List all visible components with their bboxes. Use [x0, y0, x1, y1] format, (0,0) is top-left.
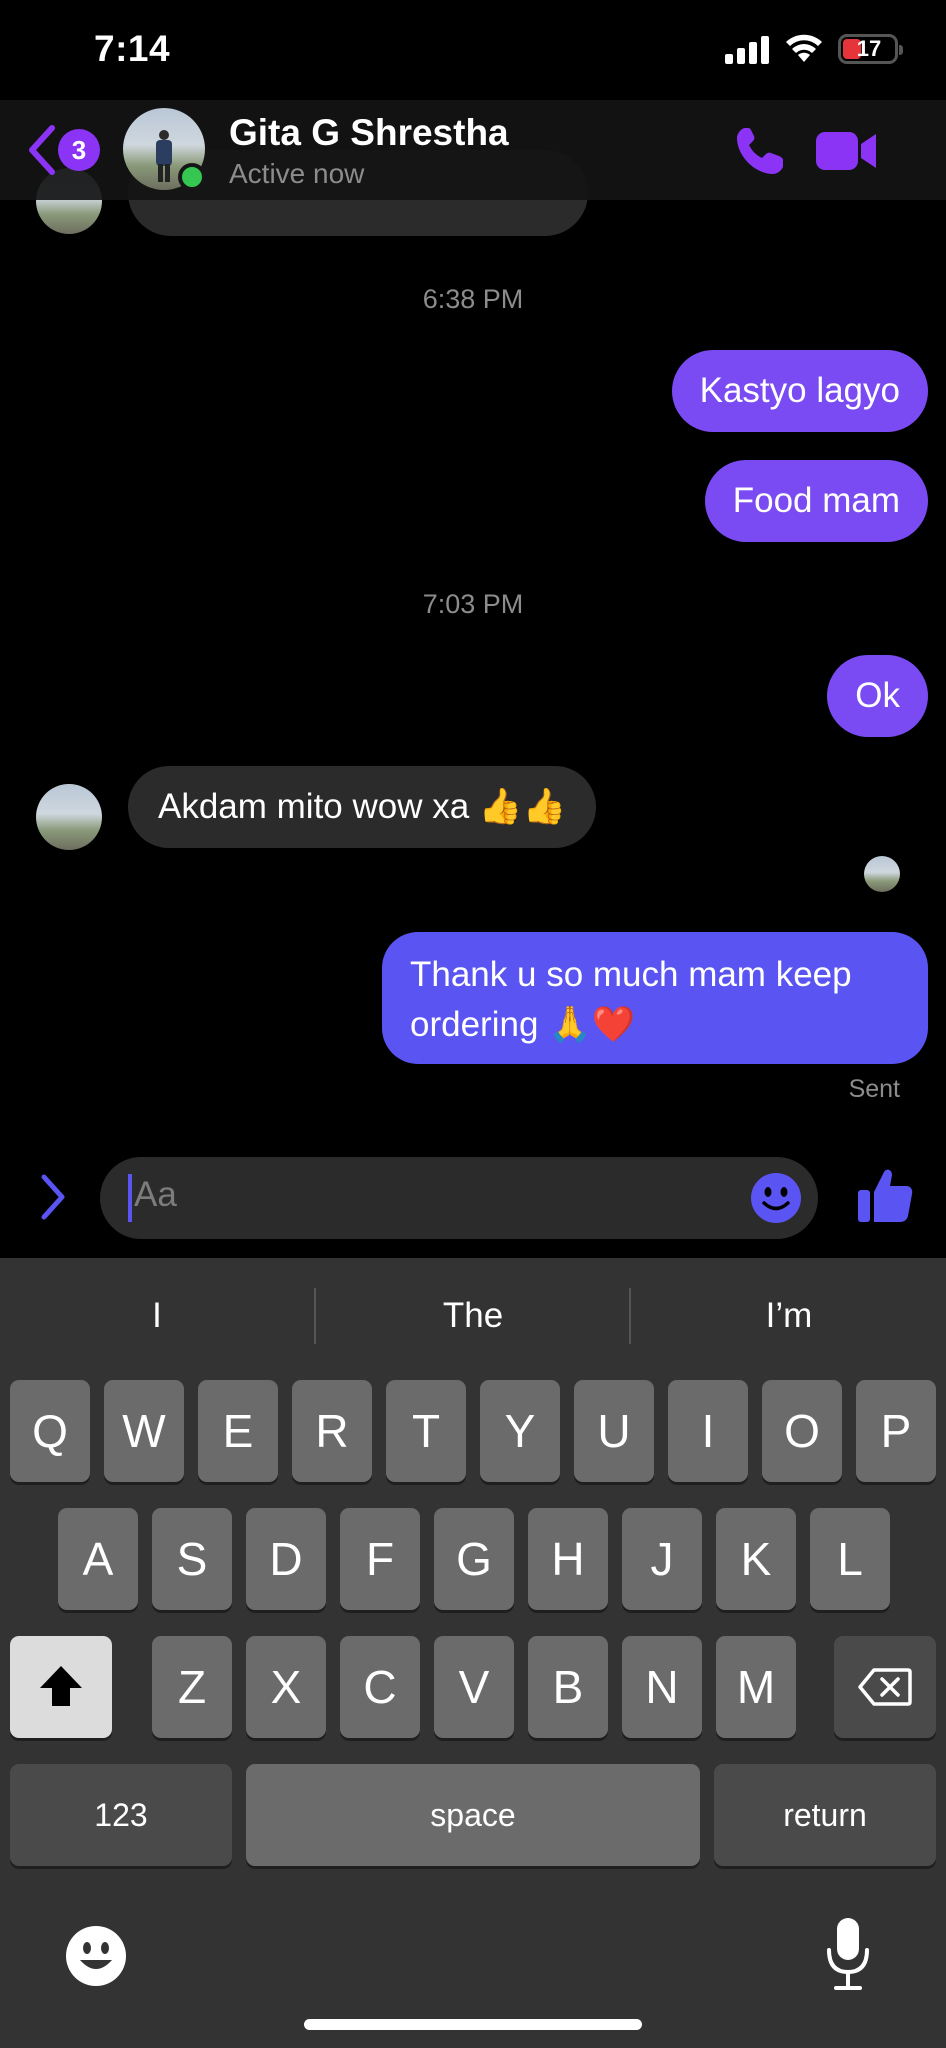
key-o[interactable]: O [762, 1380, 842, 1482]
battery-level: 17 [856, 36, 882, 61]
message-input-placeholder: Aa [134, 1175, 177, 1214]
suggestion-3[interactable]: I’m [632, 1288, 946, 1344]
key-s[interactable]: S [152, 1508, 232, 1610]
back-chevron-icon[interactable] [26, 124, 58, 176]
outgoing-message-bubble[interactable]: Thank u so much mam keep ordering 🙏❤️ [382, 932, 928, 1064]
wifi-icon [786, 34, 822, 62]
key-l[interactable]: L [810, 1508, 890, 1610]
key-w[interactable]: W [104, 1380, 184, 1482]
space-key[interactable]: space [246, 1764, 700, 1866]
status-time: 7:14 [94, 28, 171, 69]
video-call-icon[interactable] [816, 128, 878, 174]
backspace-key[interactable] [834, 1636, 936, 1738]
battery-nub [899, 45, 903, 55]
smiley-icon[interactable] [750, 1172, 802, 1224]
delivery-status: Sent [848, 1075, 900, 1103]
text-caret [128, 1174, 132, 1222]
key-v[interactable]: V [434, 1636, 514, 1738]
contact-avatar-small[interactable] [36, 784, 102, 850]
shift-key[interactable] [10, 1636, 112, 1738]
key-t[interactable]: T [386, 1380, 466, 1482]
home-indicator[interactable] [304, 2019, 642, 2030]
seen-receipt-avatar [864, 856, 900, 892]
online-status-dot [178, 163, 206, 191]
key-u[interactable]: U [574, 1380, 654, 1482]
outgoing-message-bubble[interactable]: Ok [827, 655, 928, 737]
expand-chevron-icon[interactable] [38, 1173, 68, 1221]
battery-icon: 17 [838, 34, 903, 64]
thumbs-up-icon[interactable] [856, 1166, 914, 1224]
unread-count-badge[interactable]: 3 [58, 129, 100, 171]
numbers-key[interactable]: 123 [10, 1764, 232, 1866]
outgoing-message-bubble[interactable]: Food mam [704, 460, 928, 542]
phone-call-icon[interactable] [733, 124, 787, 178]
key-k[interactable]: K [716, 1508, 796, 1610]
contact-name[interactable]: Gita G Shrestha [229, 112, 509, 154]
key-h[interactable]: H [528, 1508, 608, 1610]
key-c[interactable]: C [340, 1636, 420, 1738]
key-p[interactable]: P [856, 1380, 936, 1482]
key-e[interactable]: E [198, 1380, 278, 1482]
shift-icon [40, 1666, 82, 1706]
suggestion-divider [629, 1288, 631, 1344]
timestamp: 7:03 PM [422, 589, 524, 619]
key-f[interactable]: F [340, 1508, 420, 1610]
suggestion-1[interactable]: I [0, 1288, 314, 1344]
message-input[interactable] [100, 1157, 818, 1239]
key-n[interactable]: N [622, 1636, 702, 1738]
emoji-keyboard-icon[interactable] [64, 1924, 128, 1988]
outgoing-message-bubble[interactable]: Kastyo lagyo [671, 350, 928, 432]
status-bar: 7:14 17 [0, 0, 946, 100]
key-a[interactable]: A [58, 1508, 138, 1610]
return-key[interactable]: return [714, 1764, 936, 1866]
key-y[interactable]: Y [480, 1380, 560, 1482]
signal-icon [725, 36, 769, 64]
timestamp: 6:38 PM [422, 284, 524, 314]
key-m[interactable]: M [716, 1636, 796, 1738]
key-i[interactable]: I [668, 1380, 748, 1482]
key-g[interactable]: G [434, 1508, 514, 1610]
key-q[interactable]: Q [10, 1380, 90, 1482]
key-d[interactable]: D [246, 1508, 326, 1610]
key-z[interactable]: Z [152, 1636, 232, 1738]
key-b[interactable]: B [528, 1636, 608, 1738]
contact-status: Active now [229, 158, 365, 189]
key-r[interactable]: R [292, 1380, 372, 1482]
microphone-icon[interactable] [824, 1916, 872, 1992]
incoming-message-bubble[interactable]: Akdam mito wow xa 👍👍 [128, 766, 597, 848]
suggestion-2[interactable]: The [316, 1288, 630, 1344]
key-x[interactable]: X [246, 1636, 326, 1738]
key-j[interactable]: J [622, 1508, 702, 1610]
backspace-icon [858, 1668, 912, 1706]
